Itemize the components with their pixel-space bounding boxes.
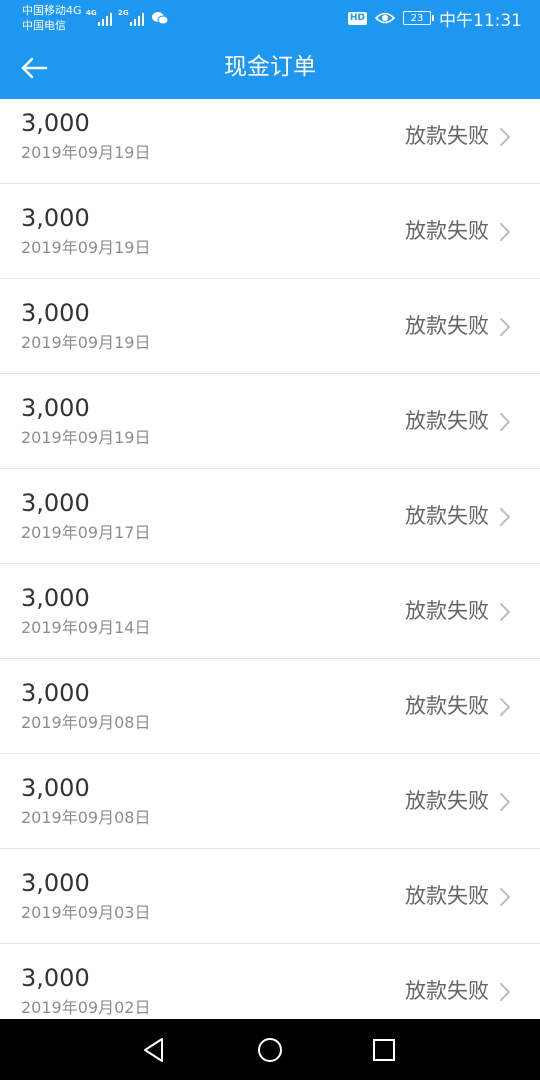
chevron-right-icon: [500, 128, 510, 146]
order-date: 2019年09月17日: [21, 523, 151, 542]
order-status: 放款失败: [405, 409, 489, 433]
hd-icon: HD: [347, 11, 367, 25]
battery-level: 23: [410, 12, 424, 24]
chevron-right-icon: [500, 603, 510, 621]
order-row[interactable]: 3,000 2019年09月17日 放款失败: [0, 469, 540, 564]
order-row[interactable]: 3,000 2019年09月02日 放款失败: [0, 944, 540, 1019]
order-amount: 3,000: [21, 109, 90, 137]
chevron-right-icon: [500, 413, 510, 431]
order-date: 2019年09月02日: [21, 998, 151, 1017]
order-status: 放款失败: [405, 124, 489, 148]
order-status: 放款失败: [405, 979, 489, 1003]
square-recents-icon: [373, 1038, 395, 1061]
system-nav-bar: [0, 1019, 540, 1080]
order-amount: 3,000: [21, 584, 90, 612]
order-date: 2019年09月14日: [21, 618, 151, 637]
eye-comfort-icon: [375, 12, 395, 24]
order-row[interactable]: 3,000 2019年09月08日 放款失败: [0, 659, 540, 754]
carrier-primary: 中国移动4G: [22, 4, 82, 17]
order-amount: 3,000: [21, 964, 90, 992]
triangle-back-icon: [144, 1037, 163, 1062]
signal-strength-icon: 2G: [118, 9, 144, 26]
order-date: 2019年09月19日: [21, 238, 151, 257]
order-amount: 3,000: [21, 869, 90, 897]
order-date: 2019年09月19日: [21, 333, 151, 352]
order-status: 放款失败: [405, 599, 489, 623]
order-row[interactable]: 3,000 2019年09月03日 放款失败: [0, 849, 540, 944]
chevron-right-icon: [500, 888, 510, 906]
status-bar: 中国移动4G 中国电信 4G 2G HD 23 中午11:31: [0, 0, 540, 36]
battery-icon: 23: [403, 11, 434, 25]
chevron-right-icon: [500, 698, 510, 716]
order-status: 放款失败: [405, 314, 489, 338]
order-status: 放款失败: [405, 504, 489, 528]
order-date: 2019年09月08日: [21, 808, 151, 827]
status-time: 中午11:31: [439, 10, 522, 31]
nav-recents-button[interactable]: [354, 1019, 414, 1080]
order-date: 2019年09月03日: [21, 903, 151, 922]
order-date: 2019年09月19日: [21, 143, 151, 162]
nav-back-button[interactable]: [124, 1019, 184, 1080]
order-status: 放款失败: [405, 884, 489, 908]
order-amount: 3,000: [21, 679, 90, 707]
order-date: 2019年09月19日: [21, 428, 151, 447]
order-amount: 3,000: [21, 394, 90, 422]
order-amount: 3,000: [21, 774, 90, 802]
signal-strength-icon: 4G: [86, 9, 112, 26]
page-title: 现金订单: [224, 54, 316, 80]
order-amount: 3,000: [21, 489, 90, 517]
carrier-info: 中国移动4G 中国电信: [22, 3, 82, 33]
order-row[interactable]: 3,000 2019年09月19日 放款失败: [0, 99, 540, 184]
order-row[interactable]: 3,000 2019年09月19日 放款失败: [0, 279, 540, 374]
order-status: 放款失败: [405, 789, 489, 813]
circle-home-icon: [258, 1037, 282, 1062]
chevron-right-icon: [500, 983, 510, 1001]
chevron-right-icon: [500, 508, 510, 526]
carrier-secondary: 中国电信: [22, 19, 66, 32]
order-row[interactable]: 3,000 2019年09月14日 放款失败: [0, 564, 540, 659]
order-date: 2019年09月08日: [21, 713, 151, 732]
order-row[interactable]: 3,000 2019年09月19日 放款失败: [0, 184, 540, 279]
app-bar: 现金订单: [0, 36, 540, 99]
signal-network-tag: 4G: [86, 9, 97, 17]
chevron-right-icon: [500, 793, 510, 811]
order-list-content: 3,000 2019年09月19日 放款失败 3,000 2019年09月19日 放款失败…: [0, 99, 540, 1019]
signal-indicators: 4G 2G: [86, 8, 144, 26]
order-status: 放款失败: [405, 219, 489, 243]
order-list[interactable]: 3,000 2019年09月19日 放款失败 3,000 2019年09月19日 放款失败…: [0, 99, 540, 1019]
nav-home-button[interactable]: [240, 1019, 300, 1080]
order-row[interactable]: 3,000 2019年09月08日 放款失败: [0, 754, 540, 849]
order-row[interactable]: 3,000 2019年09月19日 放款失败: [0, 374, 540, 469]
chevron-right-icon: [500, 318, 510, 336]
signal-network-tag: 2G: [118, 9, 129, 17]
order-amount: 3,000: [21, 204, 90, 232]
status-right-group: HD 23 中午11:31: [347, 0, 522, 36]
order-amount: 3,000: [21, 299, 90, 327]
order-status: 放款失败: [405, 694, 489, 718]
wechat-icon: [152, 12, 169, 25]
chevron-right-icon: [500, 223, 510, 241]
